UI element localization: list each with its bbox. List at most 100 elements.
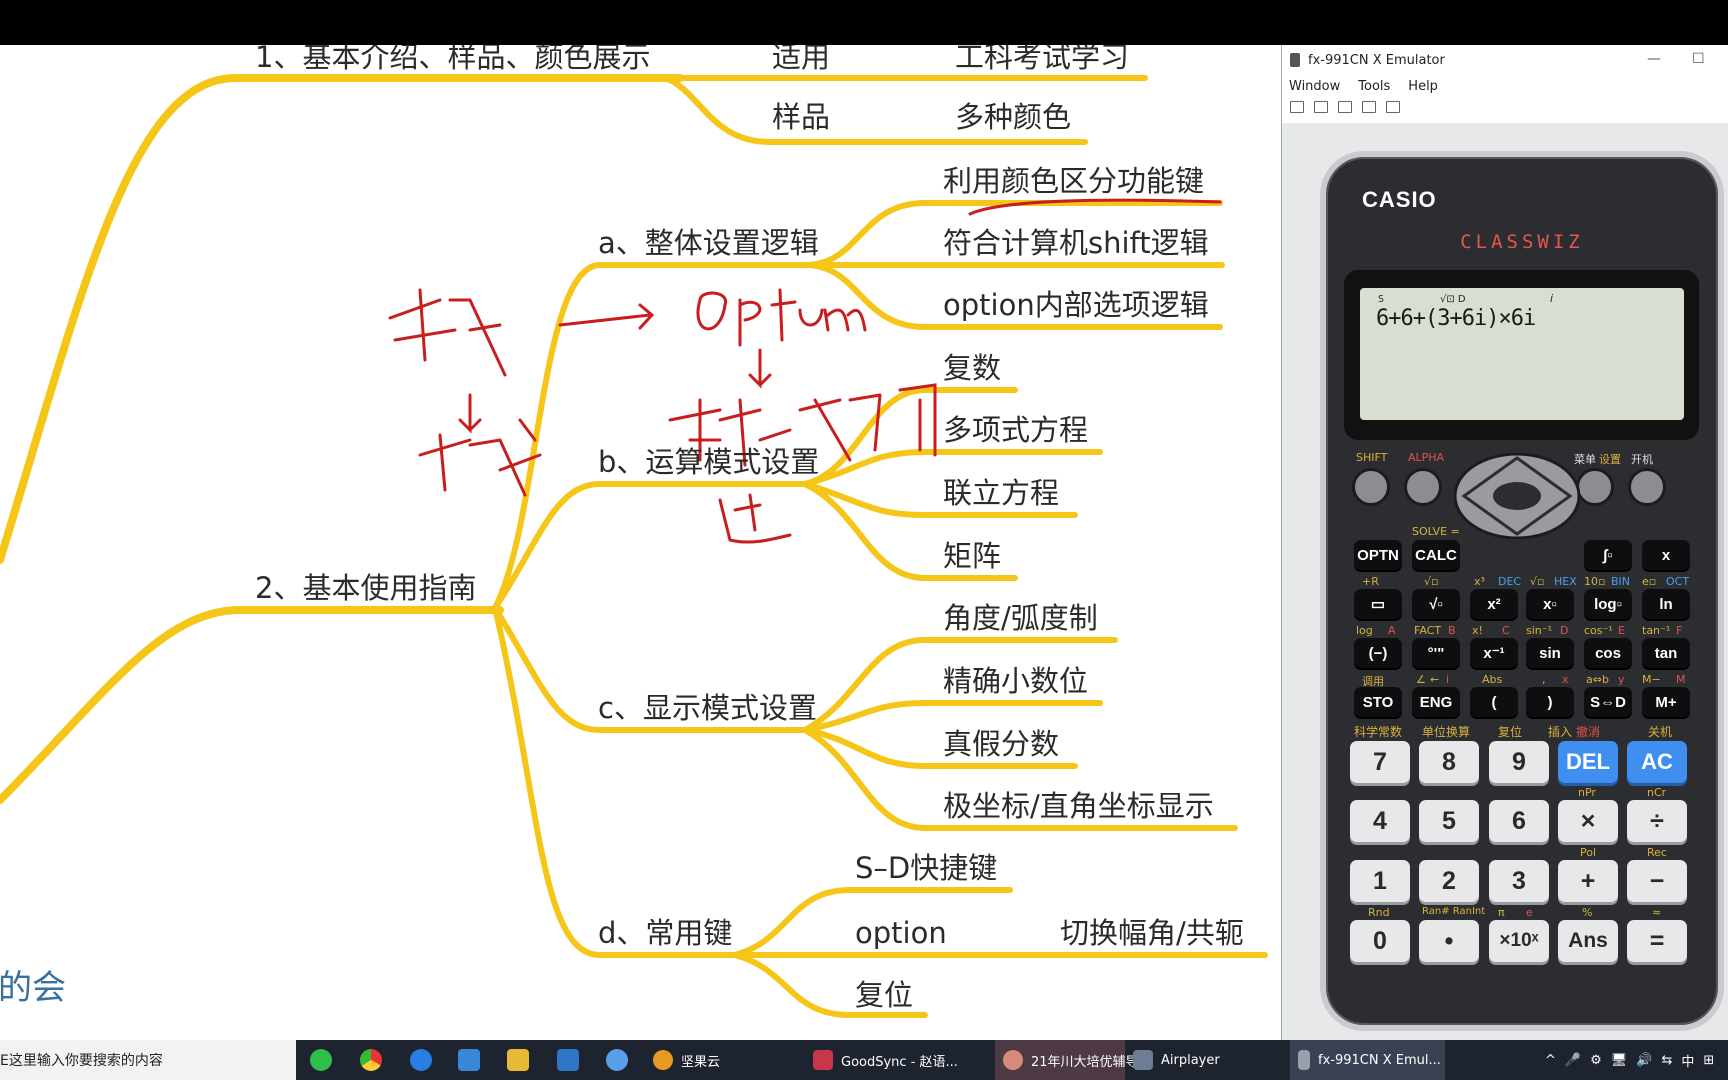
sub-b-item-3[interactable]: 联立方程 xyxy=(943,475,1059,511)
key-6[interactable]: 6 xyxy=(1489,800,1549,842)
emulator-titlebar[interactable]: fx-991CN X Emulator — ☐ xyxy=(1282,45,1728,75)
sqrt-key[interactable]: √▫ xyxy=(1412,589,1460,619)
toolbar-grid-icon[interactable] xyxy=(1386,101,1400,113)
folder-icon[interactable] xyxy=(507,1049,529,1071)
ln-key[interactable]: ln xyxy=(1642,589,1690,619)
node1-child-value-1[interactable]: 工科考试学习 xyxy=(955,45,1129,75)
mail-icon[interactable] xyxy=(557,1049,579,1071)
sub-d-item-1[interactable]: S–D快捷键 xyxy=(855,850,997,886)
node1-child-label-2[interactable]: 样品 xyxy=(772,99,830,135)
taskbar-item-airplayer[interactable]: Airplayer xyxy=(1125,1040,1285,1080)
node2-label[interactable]: 2、基本使用指南 xyxy=(255,570,476,606)
power-key[interactable]: x▫ xyxy=(1526,589,1574,619)
divide-key[interactable]: ÷ xyxy=(1627,800,1687,842)
tray-chevron-icon[interactable]: ^ xyxy=(1545,1053,1556,1068)
toolbar-camera-icon[interactable] xyxy=(1362,101,1376,113)
toolbar-icon-2[interactable] xyxy=(1314,101,1328,113)
sub-c-item-3[interactable]: 真假分数 xyxy=(943,726,1059,762)
on-button[interactable] xyxy=(1628,468,1666,506)
taskbar-search-box[interactable]: E这里输入你要搜索的内容 xyxy=(0,1040,296,1080)
key-1[interactable]: 1 xyxy=(1350,860,1410,902)
tray-mic-icon[interactable]: 🎤 xyxy=(1565,1053,1581,1068)
key-2[interactable]: 2 xyxy=(1419,860,1479,902)
toolbar-icon-3[interactable] xyxy=(1338,101,1352,113)
sub-c-item-1[interactable]: 角度/弧度制 xyxy=(943,600,1098,636)
menu-help[interactable]: Help xyxy=(1408,79,1438,94)
optn-key[interactable]: OPTN xyxy=(1354,540,1402,570)
store-icon[interactable] xyxy=(458,1049,480,1071)
tray-display-icon[interactable]: 🖥 xyxy=(1611,1053,1628,1068)
minimize-icon[interactable]: — xyxy=(1647,51,1661,67)
s-to-d-key[interactable]: S⇔D xyxy=(1584,687,1632,717)
dpad-icon[interactable] xyxy=(1454,453,1580,539)
taskbar-item-emulator[interactable]: fx-991CN X Emul... xyxy=(1290,1040,1445,1080)
ans-key[interactable]: Ans xyxy=(1558,920,1618,962)
plus-key[interactable]: + xyxy=(1558,860,1618,902)
ac-key[interactable]: AC xyxy=(1627,741,1687,783)
negative-key[interactable]: (−) xyxy=(1354,638,1402,668)
del-key[interactable]: DEL xyxy=(1558,741,1618,783)
sub-b-item-1[interactable]: 复数 xyxy=(943,350,1001,386)
calc-key[interactable]: CALC xyxy=(1412,540,1460,570)
open-paren-key[interactable]: ( xyxy=(1470,687,1518,717)
key-8[interactable]: 8 xyxy=(1419,741,1479,783)
tray-volume-icon[interactable]: 🔊 xyxy=(1636,1053,1652,1068)
node1-child-label-1[interactable]: 适用 xyxy=(772,45,830,75)
square-key[interactable]: x² xyxy=(1470,589,1518,619)
menu-window[interactable]: Window xyxy=(1289,79,1340,94)
cos-key[interactable]: cos xyxy=(1584,638,1632,668)
m-plus-key[interactable]: M+ xyxy=(1642,687,1690,717)
x-variable-key[interactable]: x xyxy=(1642,540,1690,570)
sub-c-item-2[interactable]: 精确小数位 xyxy=(943,663,1088,699)
sin-key[interactable]: sin xyxy=(1526,638,1574,668)
tan-key[interactable]: tan xyxy=(1642,638,1690,668)
menu-tools[interactable]: Tools xyxy=(1358,79,1390,94)
key-4[interactable]: 4 xyxy=(1350,800,1410,842)
tray-ime-indicator[interactable]: 中 xyxy=(1681,1051,1694,1070)
taskbar-item-goodsync[interactable]: GoodSync - 赵语... xyxy=(805,1040,995,1080)
sub-b-item-2[interactable]: 多项式方程 xyxy=(943,412,1088,448)
reciprocal-key[interactable]: x⁻¹ xyxy=(1470,638,1518,668)
minus-key[interactable]: − xyxy=(1627,860,1687,902)
equals-key[interactable]: = xyxy=(1627,920,1687,962)
menu-button[interactable] xyxy=(1576,468,1614,506)
taskbar-item-nutstore[interactable]: 坚果云 xyxy=(645,1040,805,1080)
node1-label[interactable]: 1、基本介绍、样品、颜色展示 xyxy=(255,45,650,75)
sto-key[interactable]: STO xyxy=(1354,687,1402,717)
eng-key[interactable]: ENG xyxy=(1412,687,1460,717)
maximize-icon[interactable]: ☐ xyxy=(1692,51,1705,67)
tray-settings-icon[interactable]: ⚙ xyxy=(1590,1053,1602,1068)
chat-icon[interactable] xyxy=(606,1049,628,1071)
sub-d-item-3[interactable]: 复位 xyxy=(855,977,913,1013)
tray-network-icon[interactable]: ⇆ xyxy=(1661,1053,1672,1068)
fraction-key[interactable]: ▭ xyxy=(1354,589,1402,619)
sub-d-option-child[interactable]: 切换幅角/共轭 xyxy=(1060,915,1244,951)
edge-icon[interactable] xyxy=(410,1049,432,1071)
close-paren-key[interactable]: ) xyxy=(1526,687,1574,717)
decimal-key[interactable]: • xyxy=(1419,920,1479,962)
key-0[interactable]: 0 xyxy=(1350,920,1410,962)
sub-a-item-1[interactable]: 利用颜色区分功能键 xyxy=(943,163,1204,199)
integral-key[interactable]: ∫▫ xyxy=(1584,540,1632,570)
alpha-button[interactable] xyxy=(1404,468,1442,506)
sub-a-item-2[interactable]: 符合计算机shift逻辑 xyxy=(943,225,1209,261)
sub-d-label[interactable]: d、常用键 xyxy=(598,915,732,951)
wechat-icon[interactable] xyxy=(310,1049,332,1071)
shift-button[interactable] xyxy=(1352,468,1390,506)
sub-d-item-2[interactable]: option xyxy=(855,915,947,951)
log-base-key[interactable]: log▫ xyxy=(1584,589,1632,619)
sub-a-label[interactable]: a、整体设置逻辑 xyxy=(598,225,819,261)
taskbar-item-course[interactable]: 21年川大培优辅导... xyxy=(995,1040,1151,1080)
degree-key[interactable]: °'" xyxy=(1412,638,1460,668)
sub-c-item-4[interactable]: 极坐标/直角坐标显示 xyxy=(943,788,1214,824)
key-5[interactable]: 5 xyxy=(1419,800,1479,842)
key-3[interactable]: 3 xyxy=(1489,860,1549,902)
emulator-window[interactable]: fx-991CN X Emulator — ☐ Window Tools Hel… xyxy=(1281,45,1728,1040)
sub-b-item-4[interactable]: 矩阵 xyxy=(943,538,1001,574)
node1-child-value-2[interactable]: 多种颜色 xyxy=(955,99,1071,135)
sub-c-label[interactable]: c、显示模式设置 xyxy=(598,690,817,726)
key-9[interactable]: 9 xyxy=(1489,741,1549,783)
key-7[interactable]: 7 xyxy=(1350,741,1410,783)
sub-b-label[interactable]: b、运算模式设置 xyxy=(598,444,819,480)
exponent-key[interactable]: ×10ˣ xyxy=(1489,920,1549,962)
